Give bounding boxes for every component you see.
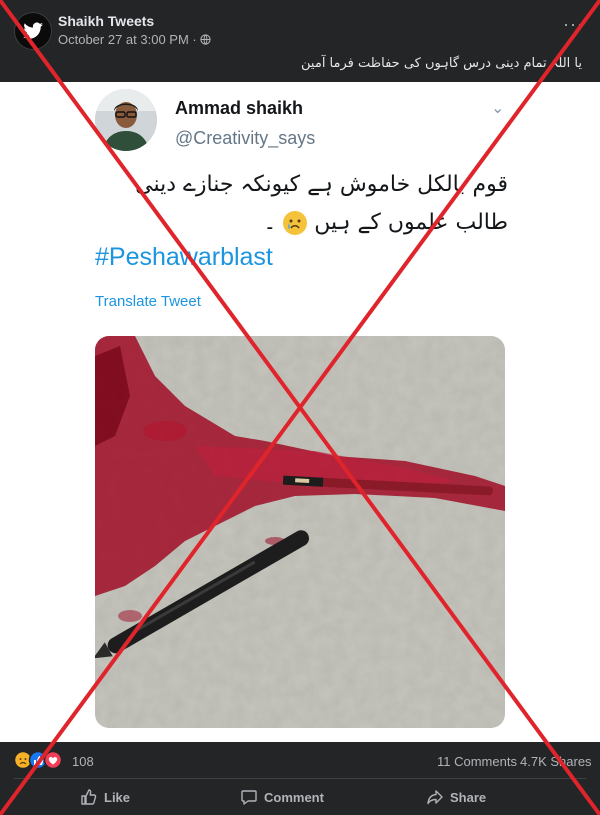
tweet-author-name: Ammad shaikh	[175, 98, 304, 118]
tweet-text-line-2: طالب علموں کے ہیں ۔	[263, 210, 508, 235]
tweet-text-line-2-end: ۔	[263, 210, 277, 235]
thumbs-up-icon	[81, 789, 97, 805]
tweet-hashtag: #Peshawarblast	[95, 243, 273, 271]
comments-count[interactable]: 11 Comments	[437, 754, 517, 769]
love-icon	[43, 750, 63, 770]
post-header: Shaikh Tweets October 27 at 3:00 PM · ··…	[0, 0, 600, 82]
divider	[14, 778, 586, 779]
share-label: Share	[450, 789, 487, 805]
facebook-post: Shaikh Tweets October 27 at 3:00 PM · ··…	[0, 0, 600, 815]
post-timestamp[interactable]: October 27 at 3:00 PM ·	[58, 32, 212, 47]
tweet-author-handle: @Creativity_says	[175, 128, 316, 148]
comment-icon	[241, 790, 257, 805]
crying-face-icon	[283, 211, 308, 235]
like-button[interactable]: Like	[80, 788, 130, 806]
tweet-text-line-2-main: طالب علموں کے ہیں	[314, 210, 508, 235]
chevron-down-icon: ⌄	[491, 100, 505, 117]
tweet-author-avatar	[95, 89, 157, 151]
twitter-bird-icon	[23, 22, 43, 39]
timestamp-text[interactable]: October 27 at 3:00 PM	[58, 32, 189, 47]
tweet-photo	[95, 336, 505, 728]
comment-label: Comment	[264, 789, 324, 805]
page-name[interactable]: Shaikh Tweets	[58, 13, 154, 29]
translate-tweet-link: Translate Tweet	[95, 293, 201, 310]
like-label: Like	[104, 789, 131, 805]
more-dots-icon[interactable]: ···	[563, 14, 584, 35]
shares-count[interactable]: 4.7K Shares	[520, 754, 592, 769]
globe-icon	[200, 34, 212, 45]
reaction-bar: 108 11 Comments 4.7K Shares	[0, 742, 600, 778]
tweet-text-line-1: قوم بالکل خاموش ہے کیونکہ جنازے دینی	[135, 172, 508, 197]
share-button[interactable]: Share	[426, 788, 486, 806]
post-caption: یا اللہ تمام دینی درس گاہوں کی حفاظت فرم…	[301, 56, 582, 71]
share-arrow-icon	[427, 790, 443, 805]
reaction-icons[interactable]	[13, 750, 68, 770]
action-bar: Like Comment Share	[0, 780, 600, 815]
page-avatar[interactable]	[14, 12, 52, 50]
comment-button[interactable]: Comment	[240, 788, 324, 806]
reaction-count[interactable]: 108	[72, 754, 94, 769]
